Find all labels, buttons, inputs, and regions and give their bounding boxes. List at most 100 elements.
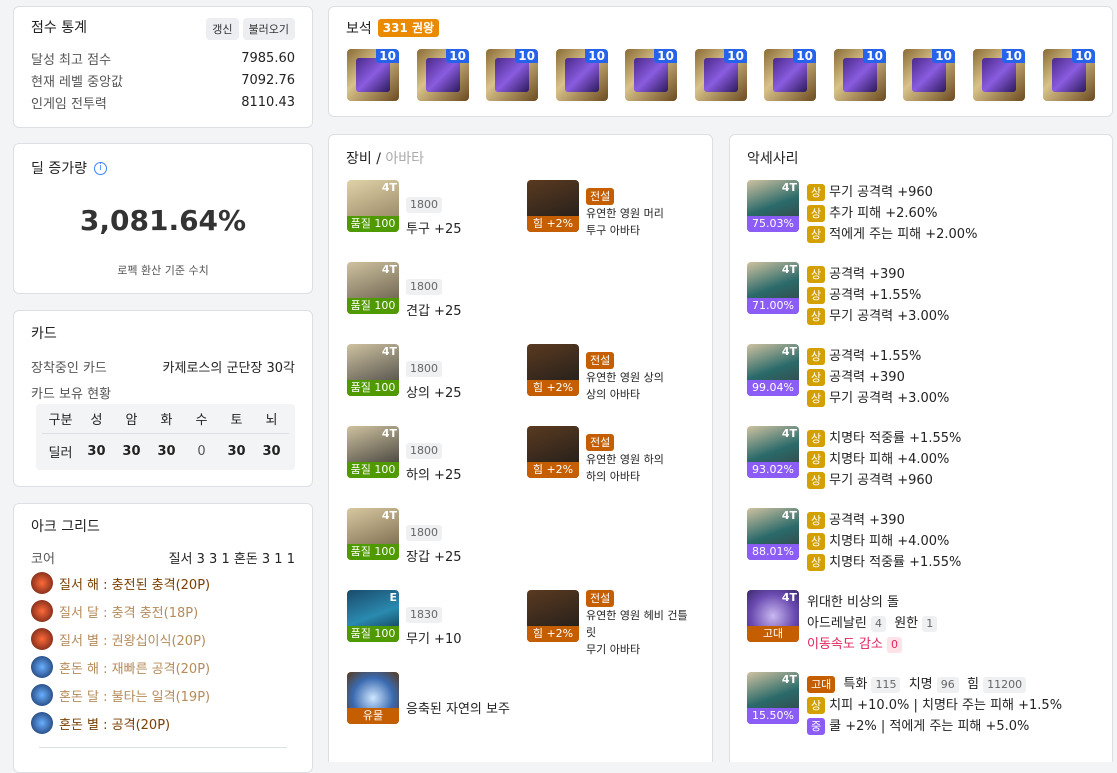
gem-icon[interactable]: 10 [764,49,816,101]
gem-icon[interactable]: 10 [973,49,1025,101]
gem-icon[interactable]: 10 [695,49,747,101]
shoulder-icon[interactable]: 4T 품질 100 [347,262,399,314]
legend-tag: 전설 [586,434,615,451]
ring-icon[interactable]: 4T 88.01% [747,508,799,560]
avatar-weapon-icon[interactable]: 힘 +2% [527,590,579,642]
refresh-button[interactable]: 갱신 [206,18,239,40]
gems-badge: 331 권왕 [377,19,440,37]
grade-tag: 상 [807,184,826,201]
bracelet-icon[interactable]: 4T 15.50% [747,672,799,724]
card-cell: 30 [157,443,176,459]
equipped-card-value: 카제로스의 군단장 30각 [162,361,295,376]
score-row: 달성 최고 점수 7985.60 [31,49,295,68]
effect-text: 공격력 +390 [829,267,905,282]
card-header: 구분 [48,413,73,428]
negative-level: 0 [887,637,903,653]
ring-icon[interactable]: 4T 93.02% [747,426,799,478]
ark-item[interactable]: 질서 달 : 충격 충전(18P) [31,597,210,625]
gem-icon[interactable]: 10 [486,49,538,101]
gem-level: 10 [863,49,886,63]
avatar-chest-icon[interactable]: 힘 +2% [527,344,579,396]
stat-name: 치명 [908,677,933,692]
gems-card: 보석 331 권왕 10 10 10 10 10 10 10 10 10 10 … [328,6,1113,117]
ark-item[interactable]: 혼돈 달 : 불타는 일격(19P) [31,681,210,709]
tier-label: 4T [781,427,797,440]
ark-item[interactable]: 혼돈 별 : 공격(20P) [31,709,210,737]
gem-level: 10 [1072,49,1095,63]
gem-level: 10 [376,49,399,63]
tier-label: 4T [381,345,397,358]
effect-text: 치명타 적중률 +1.55% [829,555,962,570]
grade-tag: 상 [807,472,826,489]
item-name: 하의 +25 [406,468,462,483]
grade-tag: 상 [807,430,826,447]
tab-separator: / [371,151,386,167]
effect-text: 공격력 +390 [829,513,905,528]
gem-level: 10 [585,49,608,63]
gem-icon[interactable]: 10 [625,49,677,101]
gem-icon[interactable]: 10 [417,49,469,101]
ark-item[interactable]: 혼돈 해 : 재빠른 공격(20P) [31,653,210,681]
earring-icon[interactable]: 4T 99.04% [747,344,799,396]
quality-label: 품질 100 [347,380,399,396]
avatar-head-icon[interactable]: 힘 +2% [527,180,579,232]
earring-icon[interactable]: 4T 71.00% [747,262,799,314]
ability-stone-icon[interactable]: 4T 고대 [747,590,799,642]
avatar-stat: 힘 +2% [527,462,579,478]
necklace-icon[interactable]: 4T 75.03% [747,180,799,232]
grade-tag: 상 [807,512,826,529]
grade-tag: 중 [807,718,826,735]
grade-tag: 상 [807,533,826,550]
card-cell: 30 [227,443,246,459]
ark-item-text: 질서 별 : 권왕십이식(20P) [59,633,206,649]
pants-icon[interactable]: 4T 품질 100 [347,426,399,478]
grade-tag: 상 [807,348,826,365]
engraving-level: 4 [870,616,886,632]
tier-label: E [389,591,397,604]
ark-item[interactable]: 질서 해 : 충전된 충격(20P) [31,569,210,597]
ark-item-text: 혼돈 달 : 불타는 일격(19P) [59,689,211,705]
card-header: 화 [160,413,173,428]
equipment-tab[interactable]: 장비 [346,151,372,167]
score-title: 점수 통계 [31,20,87,36]
tier-label: 4T [781,263,797,276]
quality-label: 품질 100 [347,298,399,314]
avatar-pants-icon[interactable]: 힘 +2% [527,426,579,478]
card-header: 성 [90,413,103,428]
gem-icon[interactable]: 10 [347,49,399,101]
gloves-icon[interactable]: 4T 품질 100 [347,508,399,560]
tier-label: 4T [781,591,797,604]
tier-label: 4T [781,509,797,522]
gem-icon[interactable]: 10 [1043,49,1095,101]
star-core-icon [31,628,53,650]
item-level: 1800 [406,525,442,541]
negative-engraving: 이동속도 감소 [807,637,883,652]
grade-tag: 상 [807,205,826,222]
ark-item-text: 질서 해 : 충전된 충격(20P) [59,577,211,593]
effect-text: 공격력 +390 [829,370,905,385]
effect-text: 무기 공격력 +3.00% [829,309,950,324]
gem-icon[interactable]: 10 [903,49,955,101]
info-icon[interactable]: i [93,161,107,175]
quality-label: 품질 100 [347,462,399,478]
tier-label: 4T [781,673,797,686]
gem-icon[interactable]: 10 [834,49,886,101]
orb-icon[interactable]: 유물 [347,672,399,724]
legend-tag: 전설 [586,352,615,369]
ark-item-text: 질서 달 : 충격 충전(18P) [59,605,199,621]
gem-level: 10 [654,49,677,63]
grade-tag: 상 [807,226,826,243]
damage-value: 3,081.64% [79,204,247,237]
tier-label: 4T [381,427,397,440]
stat-value: 11200 [983,677,1027,693]
gem-icon[interactable]: 10 [556,49,608,101]
avatar-name: 유연한 영원 헤비 건틀 [586,609,688,622]
chest-icon[interactable]: 4T 품질 100 [347,344,399,396]
stat-value: 96 [936,677,959,693]
load-button[interactable]: 불러오기 [242,18,295,40]
effect-text: 공격력 +1.55% [829,288,922,303]
ark-item[interactable]: 질서 별 : 권왕십이식(20P) [31,625,210,653]
helmet-icon[interactable]: 4T 품질 100 [347,180,399,232]
avatar-tab[interactable]: 아바타 [385,151,424,167]
weapon-icon[interactable]: E 품질 100 [347,590,399,642]
